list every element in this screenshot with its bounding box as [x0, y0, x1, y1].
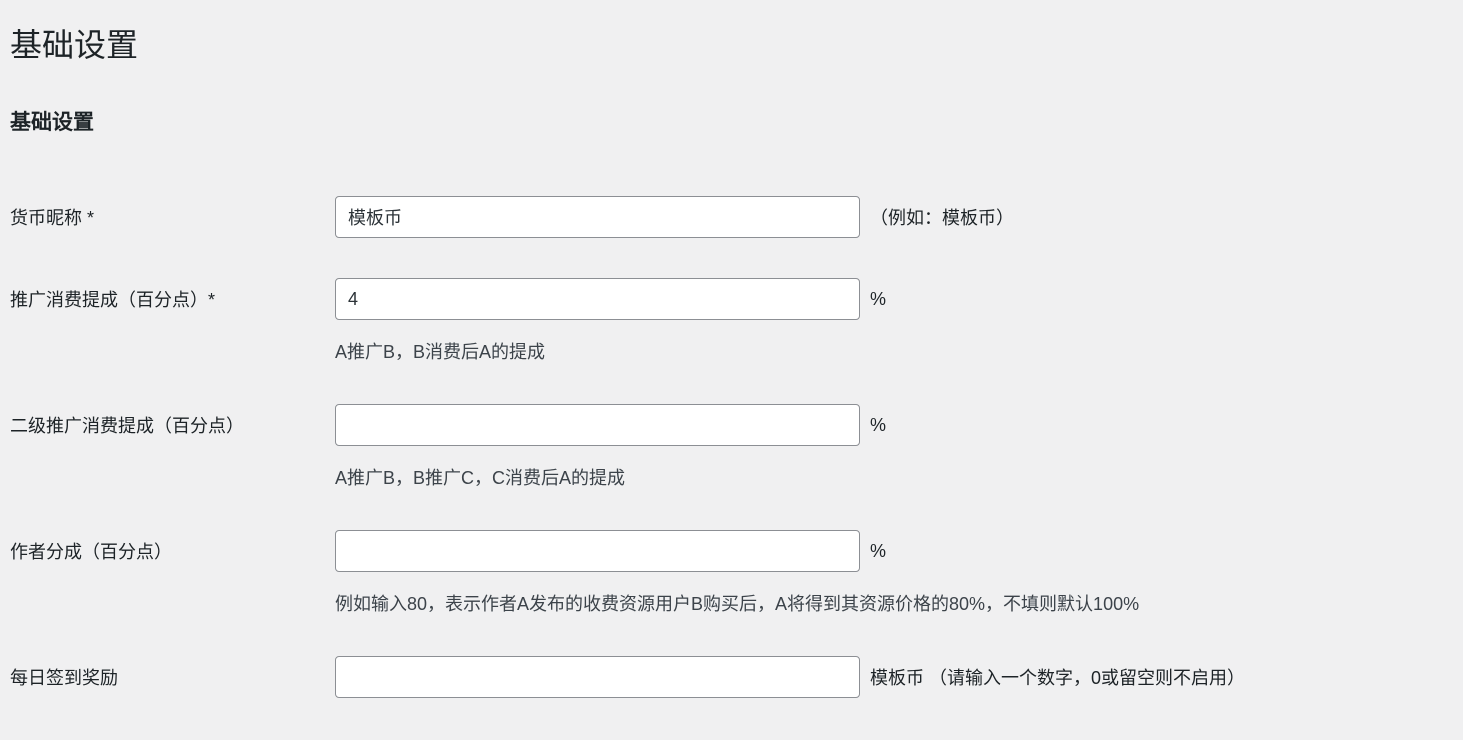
author-share-field: % 例如输入80，表示作者A发布的收费资源用户B购买后，A将得到其资源价格的80… [335, 530, 1453, 616]
promotion-commission-label: 推广消费提成（百分点）* [10, 278, 335, 312]
author-share-suffix: % [870, 541, 886, 562]
secondary-promotion-commission-label: 二级推广消费提成（百分点） [10, 404, 335, 438]
daily-checkin-reward-suffix: 模板币 （请输入一个数字，0或留空则不启用） [870, 664, 1245, 690]
promotion-commission-input-row: % [335, 278, 1453, 320]
secondary-promotion-commission-input[interactable] [335, 404, 860, 446]
author-share-label: 作者分成（百分点） [10, 530, 335, 564]
promotion-commission-row: 推广消费提成（百分点）* % A推广B，B消费后A的提成 [0, 258, 1463, 384]
author-share-description: 例如输入80，表示作者A发布的收费资源用户B购买后，A将得到其资源价格的80%，… [335, 590, 1453, 616]
currency-nickname-field: （例如：模板币） [335, 196, 1453, 238]
author-share-input-row: % [335, 530, 1453, 572]
secondary-promotion-commission-description: A推广B，B推广C，C消费后A的提成 [335, 464, 1453, 490]
secondary-promotion-commission-suffix: % [870, 415, 886, 436]
author-share-input[interactable] [335, 530, 860, 572]
secondary-promotion-commission-field: % A推广B，B推广C，C消费后A的提成 [335, 404, 1453, 490]
daily-checkin-reward-field: 模板币 （请输入一个数字，0或留空则不启用） [335, 656, 1453, 698]
author-share-row: 作者分成（百分点） % 例如输入80，表示作者A发布的收费资源用户B购买后，A将… [0, 510, 1463, 636]
page-title: 基础设置 [0, 0, 1463, 76]
currency-nickname-row: 货币昵称 * （例如：模板币） [0, 176, 1463, 258]
promotion-commission-description: A推广B，B消费后A的提成 [335, 338, 1453, 364]
secondary-promotion-commission-input-row: % [335, 404, 1453, 446]
promotion-commission-suffix: % [870, 289, 886, 310]
currency-nickname-hint: （例如：模板币） [870, 204, 1014, 230]
daily-checkin-reward-input-row: 模板币 （请输入一个数字，0或留空则不启用） [335, 656, 1453, 698]
daily-checkin-reward-input[interactable] [335, 656, 860, 698]
currency-nickname-label: 货币昵称 * [10, 196, 335, 230]
promotion-commission-input[interactable] [335, 278, 860, 320]
secondary-promotion-commission-row: 二级推广消费提成（百分点） % A推广B，B推广C，C消费后A的提成 [0, 384, 1463, 510]
promotion-commission-field: % A推广B，B消费后A的提成 [335, 278, 1453, 364]
currency-nickname-input-row: （例如：模板币） [335, 196, 1453, 238]
daily-checkin-reward-label: 每日签到奖励 [10, 656, 335, 690]
section-title: 基础设置 [0, 76, 1463, 146]
settings-form: 货币昵称 * （例如：模板币） 推广消费提成（百分点）* % A推广B，B消费后… [0, 176, 1463, 718]
daily-checkin-reward-row: 每日签到奖励 模板币 （请输入一个数字，0或留空则不启用） [0, 636, 1463, 718]
currency-nickname-input[interactable] [335, 196, 860, 238]
